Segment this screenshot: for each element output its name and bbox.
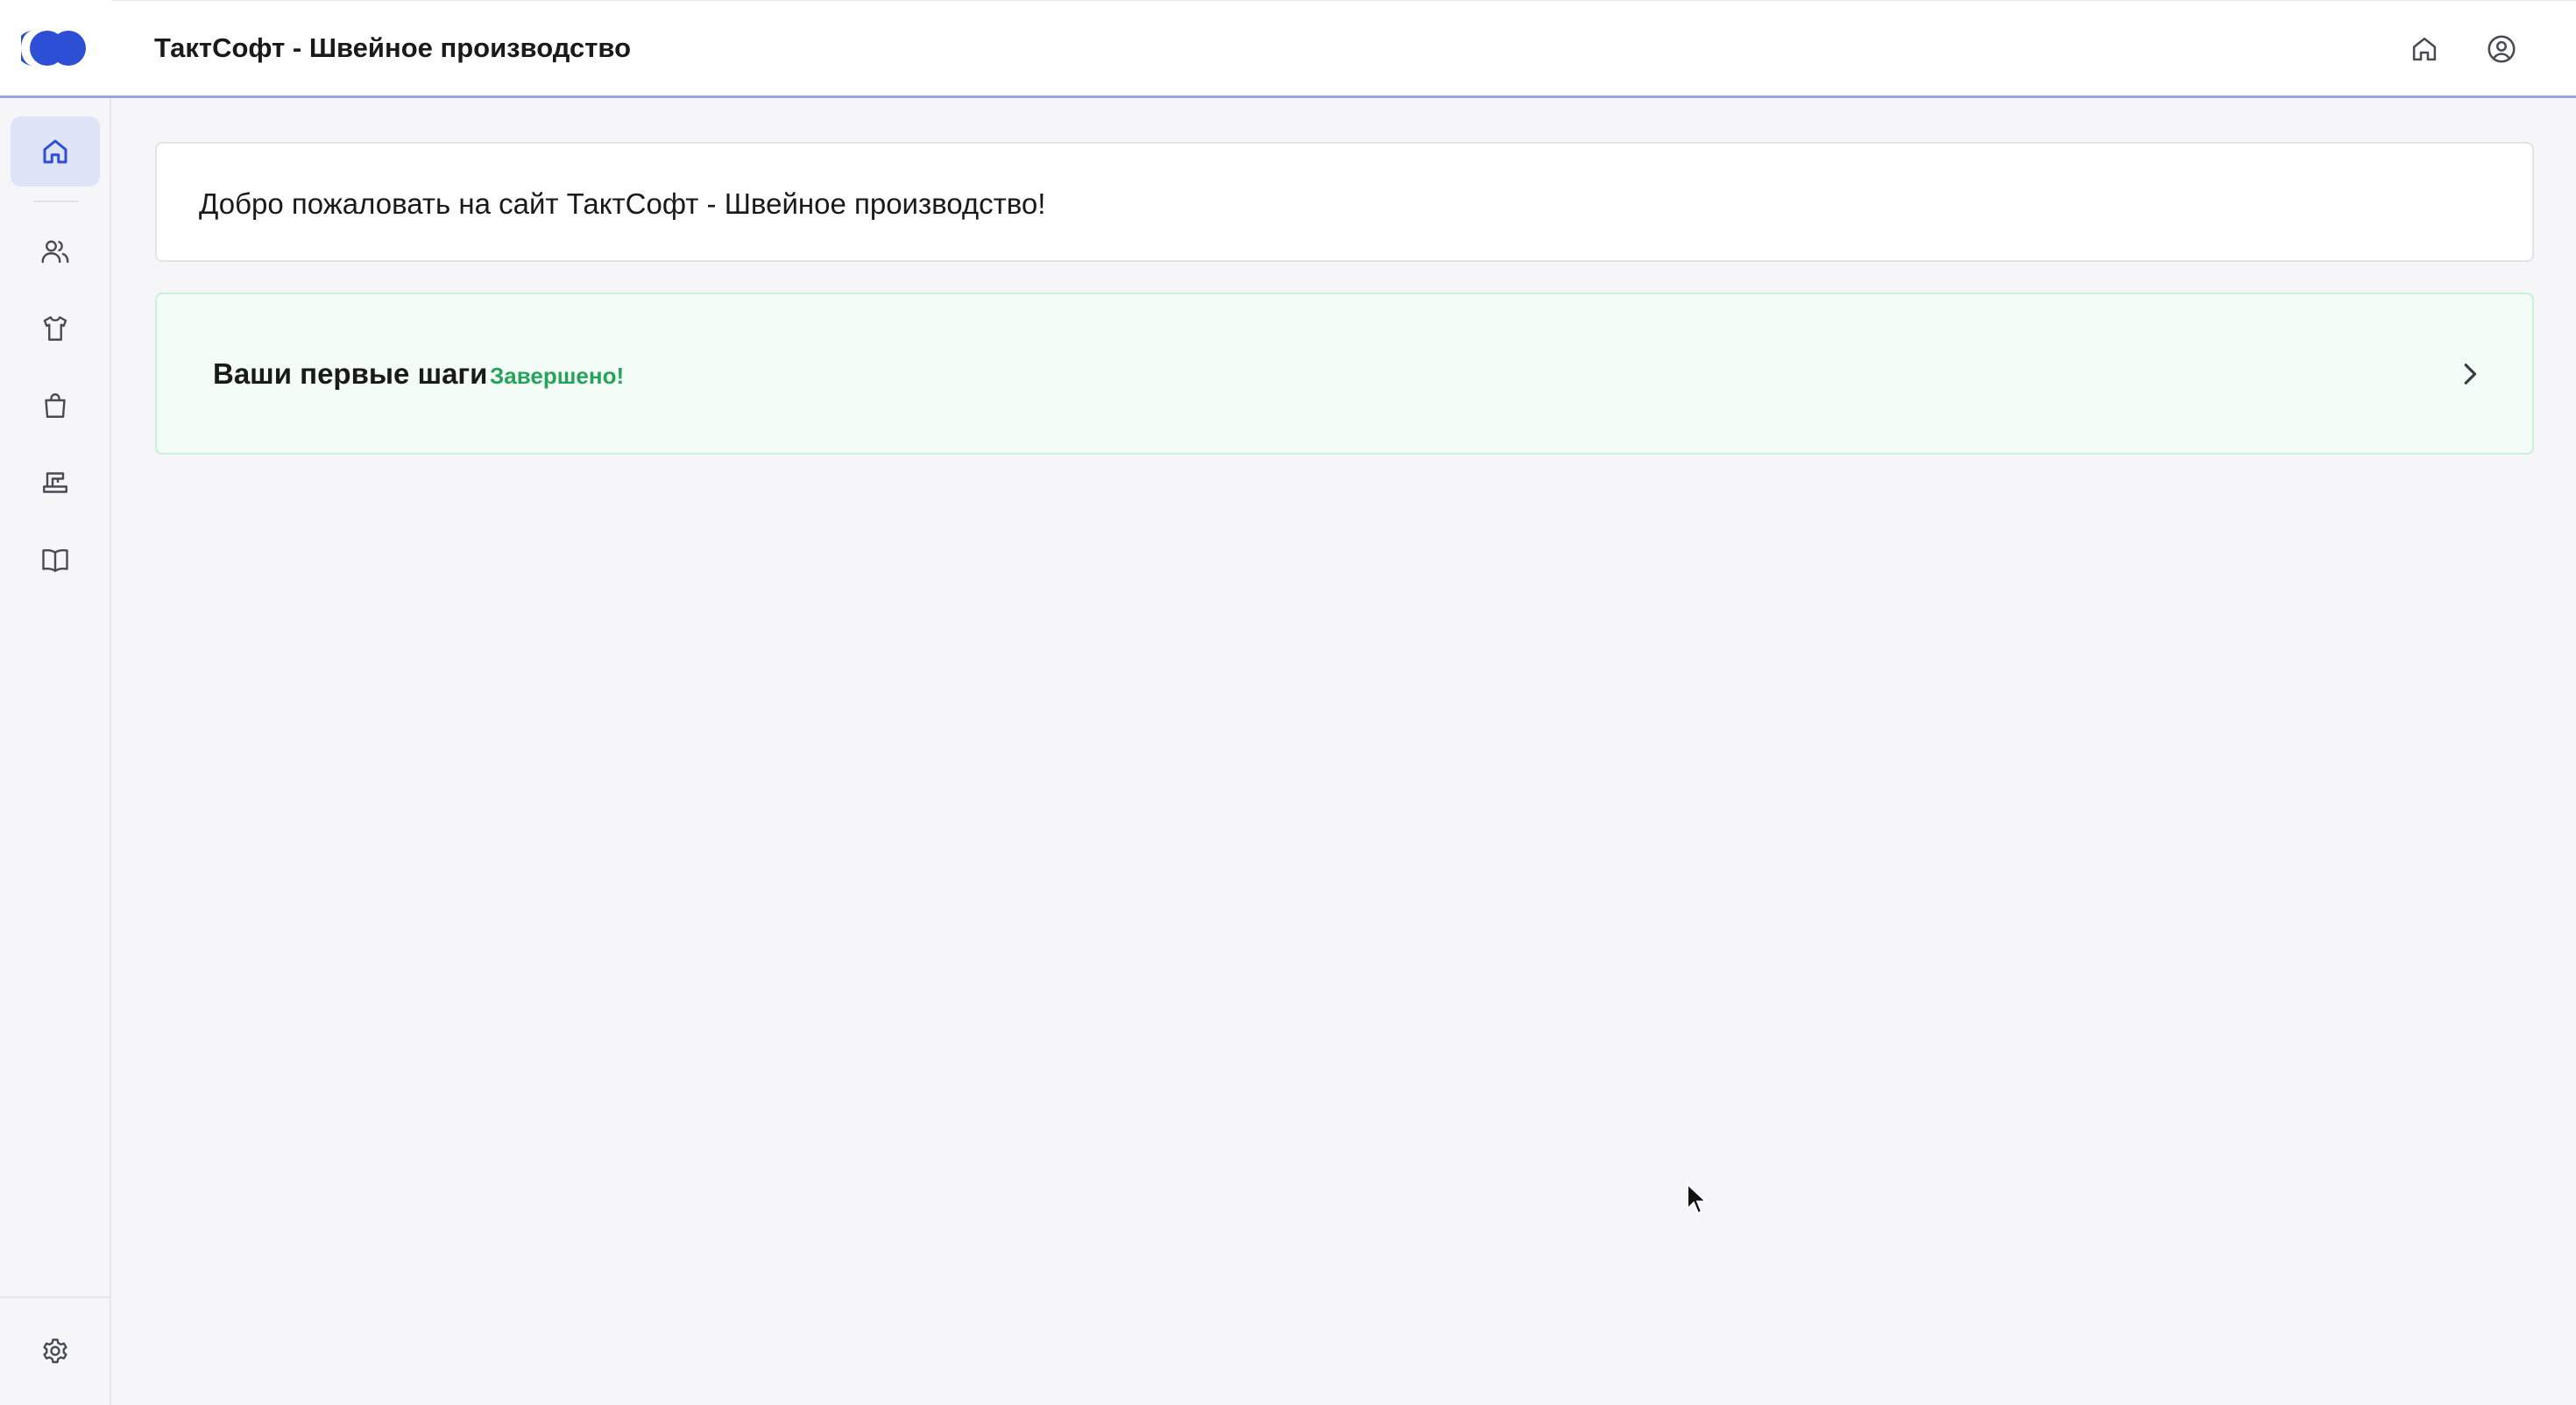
nav-divider [33,201,79,202]
home-icon [43,139,67,164]
home-icon [2412,37,2437,61]
welcome-message: Добро пожаловать на сайт ТактСофт - Швей… [199,187,1046,220]
sidebar-item-orders[interactable] [11,371,100,441]
mouse-cursor-icon [1687,1183,1709,1215]
app-root: ТактСофт - Швейное производство Добро по… [0,0,2576,1405]
sidebar-bottom-divider [0,1296,111,1298]
welcome-card: Добро пожаловать на сайт ТактСофт - Швей… [155,142,2534,262]
sidebar-item-home[interactable] [11,116,100,187]
first-steps-title: Ваши первые шаги [213,357,488,390]
shopping-bag-icon [45,393,66,418]
sidebar-item-products[interactable] [11,293,100,364]
page-title: ТактСофт - Швейное производство [154,32,631,63]
user-circle-icon [2488,35,2516,63]
first-steps-card[interactable]: Ваши первые шаги Завершено! [155,293,2534,455]
account-button[interactable] [2480,27,2523,71]
sewing-machine-icon [43,472,67,493]
status-badge: Завершено! [490,363,625,389]
chevron-right-icon [2464,364,2477,385]
sidebar [0,0,111,1405]
home-button[interactable] [2403,27,2446,71]
book-icon [42,549,68,572]
gear-icon [43,1338,67,1364]
logo[interactable] [0,0,111,98]
sidebar-item-users[interactable] [11,216,100,286]
settings-button[interactable] [11,1317,100,1387]
top-header: ТактСофт - Швейное производство [111,0,2576,98]
sidebar-item-directory[interactable] [11,525,100,595]
tshirt-icon [43,316,67,341]
users-icon [41,240,69,264]
logo-icon [20,30,86,66]
sidebar-item-production[interactable] [11,448,100,518]
